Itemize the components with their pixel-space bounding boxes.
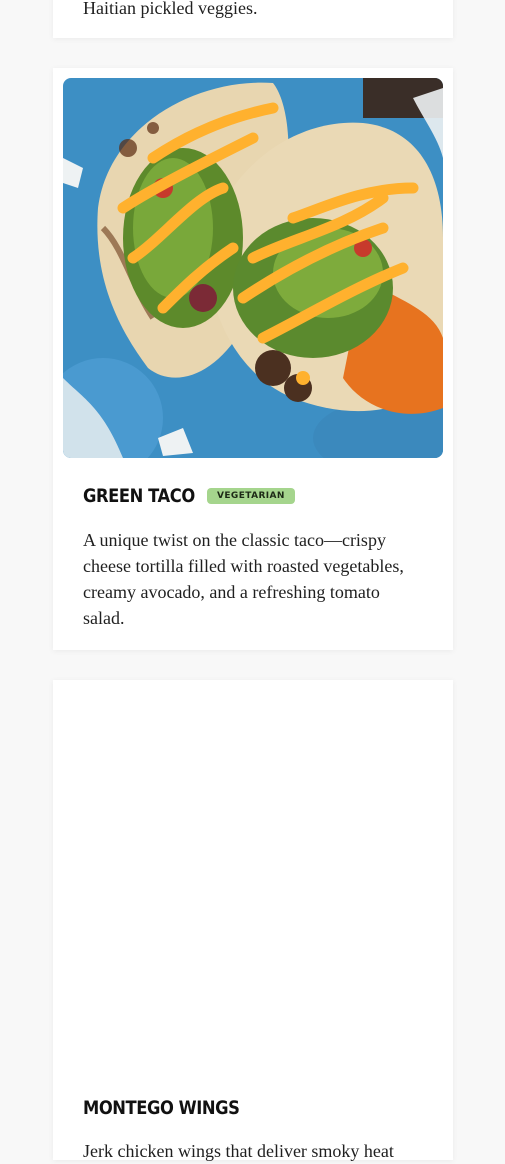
dish-description: Haitian pickled veggies. <box>83 0 258 18</box>
dish-description: Jerk chicken wings that deliver smoky he… <box>83 1141 394 1161</box>
menu-card: Montego Wings Jerk chicken wings that de… <box>53 680 453 1161</box>
dish-photo <box>63 78 443 458</box>
dish-name: Montego Wings <box>83 1097 240 1119</box>
dish-name: Green Taco <box>83 485 195 507</box>
dish-title-row: Green Taco Vegetarian <box>83 483 295 509</box>
dish-description: A unique twist on the classic taco—crisp… <box>83 530 404 628</box>
vegetarian-badge: Vegetarian <box>207 488 295 504</box>
dish-photo-placeholder <box>63 690 443 1070</box>
dish-title-row: Montego Wings <box>83 1095 265 1121</box>
menu-card: Haitian pickled veggies. <box>53 0 453 38</box>
menu-card: Green Taco Vegetarian A unique twist on … <box>53 68 453 650</box>
